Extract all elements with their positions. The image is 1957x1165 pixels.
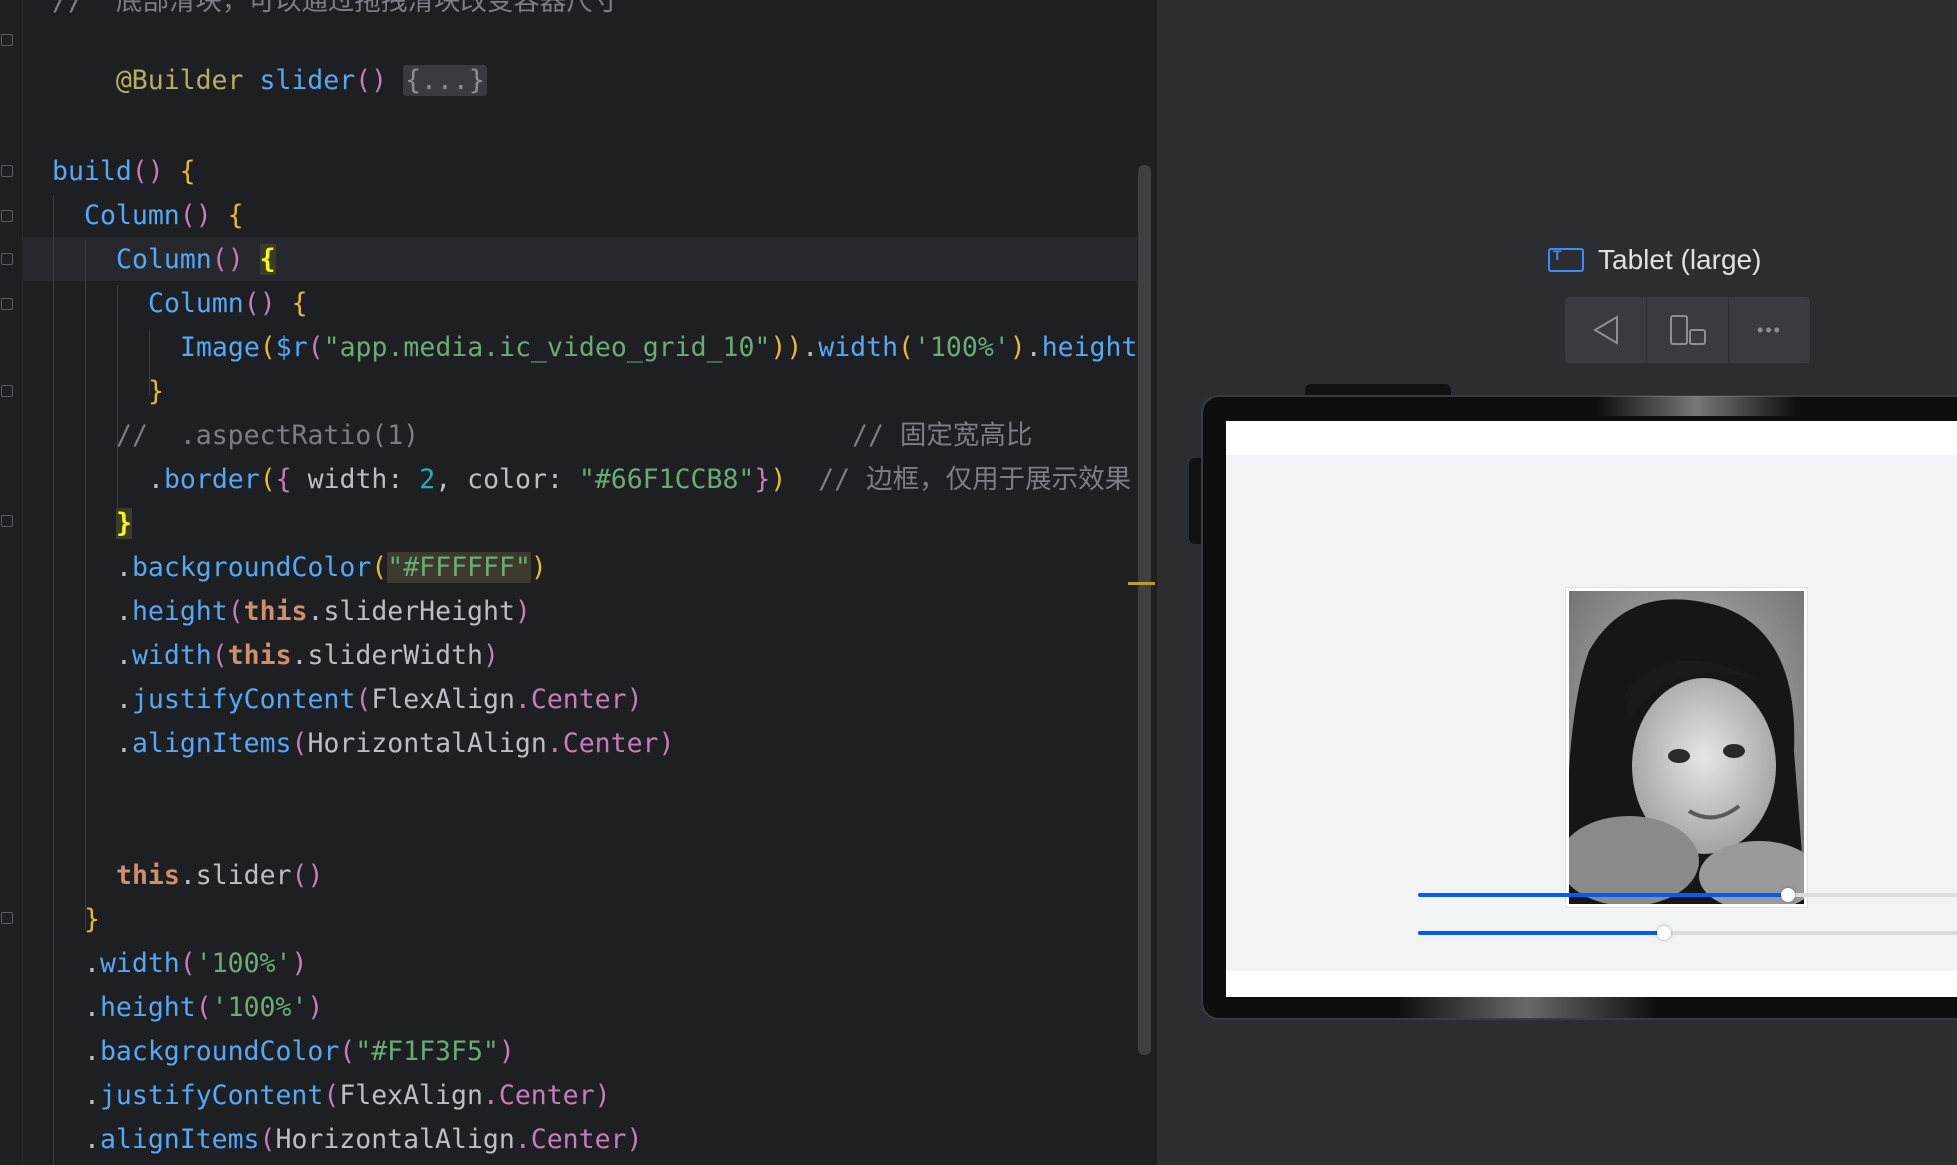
indent-guide: [85, 240, 86, 930]
code-line: Image($r("app.media.ic_video_grid_10")).…: [180, 332, 1153, 363]
device-label: Tablet (large): [1598, 244, 1762, 275]
slider-fill: [1418, 931, 1664, 935]
code-line: Column() {: [116, 244, 276, 275]
code-line: @Builder slider() {...}: [115, 65, 487, 96]
tablet-screen: [1226, 421, 1957, 997]
folded-code-block[interactable]: {...}: [403, 65, 487, 96]
code-line: .height(this.sliderHeight): [116, 596, 531, 627]
code-line: build() {: [52, 156, 196, 187]
code-line: Column() {: [84, 200, 244, 231]
app-root-column: [1226, 455, 1957, 971]
photo-illustration: [1569, 591, 1804, 904]
warning-marker[interactable]: [1128, 582, 1155, 585]
code-line: }: [148, 376, 164, 407]
code-editor[interactable]: // 底部滑块，可以通过拖拽滑块改变容器尺寸 @Builder slider()…: [0, 0, 1155, 1165]
code-line: // 底部滑块，可以通过拖拽滑块改变容器尺寸: [52, 0, 620, 17]
tablet-icon: [1548, 247, 1584, 272]
fold-marker-icon[interactable]: [1, 210, 13, 222]
slider-thumb[interactable]: [1656, 926, 1671, 940]
fold-marker-icon[interactable]: [1, 165, 13, 177]
more-icon: •••: [1757, 319, 1782, 340]
image-container: [1565, 587, 1808, 908]
fold-marker-icon[interactable]: [1, 298, 13, 310]
code-line: .width(this.sliderWidth): [116, 640, 499, 671]
code-line: .width('100%'): [84, 948, 308, 979]
height-slider[interactable]: [1418, 926, 1957, 940]
fold-marker-icon[interactable]: [1, 385, 13, 397]
code-line: .justifyContent(FlexAlign.Center): [116, 684, 643, 715]
slider-fill: [1418, 893, 1788, 897]
previewer-panel: Tablet (large) •••: [1157, 0, 1957, 1165]
code-line: .backgroundColor("#F1F3F5"): [84, 1036, 515, 1067]
code-line: .alignItems(HorizontalAlign.Center): [84, 1124, 643, 1155]
code-line: this.slider(): [116, 860, 324, 891]
code-line: .height('100%'): [84, 992, 324, 1023]
code-line: .alignItems(HorizontalAlign.Center): [116, 728, 675, 759]
code-line: Column() {: [148, 288, 308, 319]
slider-thumb[interactable]: [1780, 888, 1795, 902]
code-line: .border({ width: 2, color: "#66F1CCB8"})…: [148, 464, 1132, 495]
indent-guide: [117, 285, 118, 535]
more-button[interactable]: •••: [1729, 297, 1810, 363]
fold-marker-icon[interactable]: [1, 253, 13, 265]
fold-marker-icon[interactable]: [1, 912, 13, 924]
code-line: }: [84, 904, 100, 935]
girl-photo-image: [1569, 591, 1804, 904]
fold-marker-icon[interactable]: [1, 515, 13, 527]
width-slider[interactable]: [1418, 888, 1957, 902]
rotate-button[interactable]: [1647, 297, 1729, 363]
device-selector[interactable]: Tablet (large): [1548, 240, 1761, 280]
code-line: .backgroundColor("#FFFFFF"): [116, 552, 547, 583]
code-line: .justifyContent(FlexAlign.Center): [84, 1080, 611, 1111]
indent-guide: [53, 195, 54, 1165]
fold-marker-icon[interactable]: [1, 34, 13, 46]
tablet-volume-button: [1189, 458, 1201, 544]
editor-gutter: [0, 0, 23, 1165]
previewer-toolbar: •••: [1565, 297, 1810, 363]
back-button[interactable]: [1565, 297, 1647, 363]
code-line: }: [116, 508, 132, 539]
back-triangle-icon: [1592, 315, 1618, 345]
frame-reflection: [1597, 396, 1797, 416]
vertical-scrollbar[interactable]: [1138, 165, 1151, 1055]
frame-reflection: [1397, 996, 1657, 1018]
code-line: // .aspectRatio(1)// 固定宽高比: [116, 420, 1033, 451]
rotate-device-icon: [1669, 315, 1706, 345]
